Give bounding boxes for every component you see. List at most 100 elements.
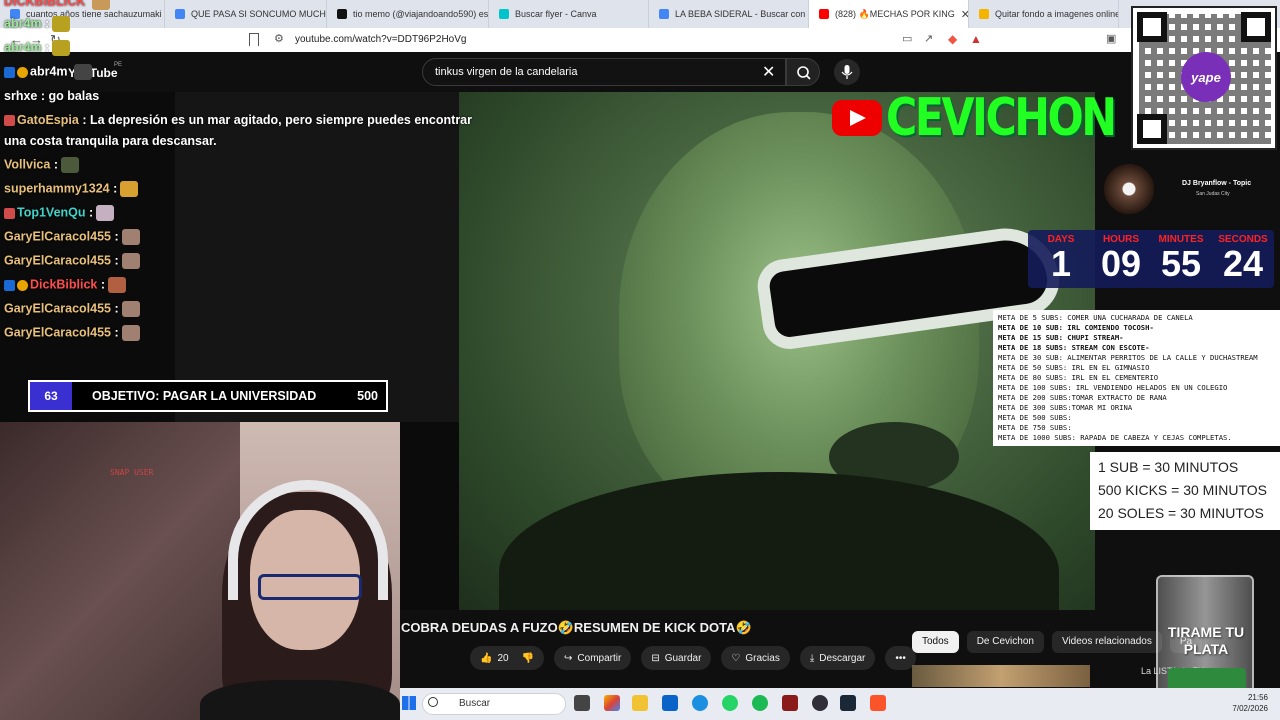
chat-text: : (114, 229, 119, 244)
like-button[interactable]: 👍 20 👎 (470, 646, 545, 670)
browser-tab[interactable]: Buscar flyer - Canva (489, 0, 649, 28)
chat-username[interactable]: abr4m (4, 40, 42, 54)
chat-username[interactable]: GaryElCaracol455 (4, 325, 111, 339)
screen-icon[interactable]: ▭ (902, 32, 912, 45)
sub-goal-item: META DE 15 SUB: CHUPI STREAM- (998, 333, 1124, 342)
browser-tab[interactable]: QUE PASA SI SONCUMO MUCHA CA (165, 0, 327, 28)
tab-favicon-icon (659, 9, 669, 19)
filter-chip[interactable]: Todos (912, 631, 959, 653)
store-icon[interactable] (662, 695, 678, 711)
tab-favicon-icon (819, 9, 829, 19)
chat-badge-icon (17, 279, 28, 291)
chat-emote-icon (120, 181, 139, 197)
qr-corner (1137, 12, 1167, 42)
taskbar-clock[interactable]: 21:56 7/02/2026 (1214, 692, 1268, 714)
subathon-rates: 1 SUB = 30 MINUTOS 500 KICKS = 30 MINUTOS… (1090, 452, 1280, 530)
sidebar-icon[interactable]: ▣ (1106, 32, 1116, 45)
chat-username[interactable]: Top1VenQu (17, 205, 86, 219)
chat-username[interactable]: abr4m (30, 64, 68, 78)
site-info-icon[interactable]: ⚙ (274, 32, 284, 45)
chat-username[interactable]: abr4m (4, 16, 42, 30)
chat-username[interactable]: DICKBIBLICK (4, 0, 85, 8)
filter-chip[interactable]: Videos relacionados (1051, 631, 1162, 653)
tab-favicon-icon (979, 9, 989, 19)
chat-emote-icon (108, 277, 127, 293)
chat-text: : La depresión es un mar agitado, pero s… (82, 113, 472, 127)
browser-tab[interactable]: tio memo (@viajandoando590) está (327, 0, 489, 28)
obs-icon[interactable] (812, 695, 828, 711)
taskbar-search[interactable]: Buscar (422, 693, 566, 715)
filter-chip[interactable]: De Cevichon (966, 631, 1044, 653)
close-tab-icon[interactable]: ✕ (961, 8, 968, 21)
chat-emote-icon (60, 157, 79, 173)
chat-text: : (45, 40, 50, 55)
download-label: Descargar (819, 652, 866, 664)
recommended-thumbnail[interactable] (912, 665, 1090, 687)
brave-icon[interactable] (870, 695, 886, 711)
thumbs-up-icon: 👍 (480, 652, 493, 664)
sub-goal-item: META DE 10 SUB: IRL COMIENDO TOCOSH- (998, 323, 1154, 332)
tab-label: tio memo (@viajandoando590) está (353, 9, 489, 19)
chat-message: GaryElCaracol455 : (4, 253, 140, 269)
share-button[interactable]: ↪ Compartir (554, 646, 632, 670)
voice-search-button[interactable] (834, 59, 860, 85)
sub-goal-item: META DE 300 SUBS:TOMAR MI ORINA (998, 403, 1133, 412)
like-count: 20 (497, 652, 509, 664)
steam-icon[interactable] (840, 695, 856, 711)
now-playing-widget: DJ Bryanflow - Topic San Judas City (1100, 160, 1270, 216)
browser-tab-bar: cuantos años tiene sachauzumaki - B QUE P… (0, 0, 1280, 28)
save-button[interactable]: ⊟ Guardar (641, 646, 712, 670)
tab-label: QUE PASA SI SONCUMO MUCHA CA (191, 9, 326, 19)
browser-url-bar[interactable]: ← → ↻ ⚙ youtube.com/watch?v=DDT96P2HoVg … (0, 28, 1280, 52)
video-body (499, 472, 1059, 610)
bookmark-save-icon: ⊟ (651, 652, 660, 664)
browser-tab[interactable]: LA BEBA SIDERAL - Buscar con Goog (649, 0, 809, 28)
spotify-icon[interactable] (752, 695, 768, 711)
task-view-icon[interactable] (574, 695, 590, 711)
chat-username[interactable]: srhxe (4, 89, 37, 103)
save-label: Guardar (664, 652, 702, 664)
thumbs-down-icon[interactable]: 👎 (522, 653, 534, 664)
download-button[interactable]: ⤓ Descargar (799, 646, 876, 670)
chat-message: Vollvica : (4, 157, 79, 173)
chat-badge-icon (4, 66, 15, 78)
brave-shield-icon[interactable]: ◆ (948, 32, 957, 46)
rate-item: 500 KICKS = 30 MINUTOS (1098, 482, 1267, 498)
copilot-icon[interactable] (604, 695, 620, 711)
chat-username[interactable]: GaryElCaracol455 (4, 229, 111, 243)
thanks-button[interactable]: ♡ Gracias (721, 646, 790, 670)
chat-username[interactable]: GaryElCaracol455 (4, 301, 111, 315)
chat-text: : (114, 301, 119, 316)
chat-emote-icon (121, 229, 140, 245)
chat-username[interactable]: DickBiblick (30, 277, 97, 291)
windows-start-icon[interactable] (402, 696, 416, 710)
chat-username[interactable]: GatoEspia (17, 113, 79, 127)
screen: cuantos años tiene sachauzumaki - B QUE P… (0, 0, 1280, 720)
search-icon (797, 66, 811, 80)
app-icon-red[interactable] (782, 695, 798, 711)
tab-favicon-icon (499, 9, 509, 19)
chat-username[interactable]: superhammy1324 (4, 181, 110, 195)
browser-tab[interactable]: (828) 🔥MECHAS POR KING ✕ (809, 0, 969, 28)
chat-text: : go balas (40, 89, 100, 103)
url-text[interactable]: youtube.com/watch?v=DDT96P2HoVg (295, 34, 466, 45)
clock-date: 7/02/2026 (1232, 704, 1268, 713)
clear-search-icon[interactable]: ✕ (762, 62, 775, 82)
bookmark-icon[interactable] (249, 33, 259, 46)
chat-message: superhammy1324 : (4, 181, 139, 197)
chat-message: GatoEspia : La depresión es un mar agita… (4, 113, 472, 127)
tab-label: Quitar fondo a imagenes online y c (995, 9, 1119, 19)
mic-icon (841, 65, 853, 79)
chat-username[interactable]: Vollvica (4, 157, 50, 171)
rewards-icon[interactable]: ▲ (970, 32, 982, 46)
share-page-icon[interactable]: ↗ (924, 32, 933, 45)
edge-icon[interactable] (692, 695, 708, 711)
whatsapp-icon[interactable] (722, 695, 738, 711)
chat-message: GaryElCaracol455 : (4, 325, 140, 341)
browser-tab[interactable]: Quitar fondo a imagenes online y c (969, 0, 1119, 28)
search-input[interactable]: tinkus virgen de la candelaria (422, 58, 786, 86)
file-explorer-icon[interactable] (632, 695, 648, 711)
chat-username[interactable]: GaryElCaracol455 (4, 253, 111, 267)
search-button[interactable] (786, 58, 820, 86)
download-icon: ⤓ (809, 652, 815, 664)
